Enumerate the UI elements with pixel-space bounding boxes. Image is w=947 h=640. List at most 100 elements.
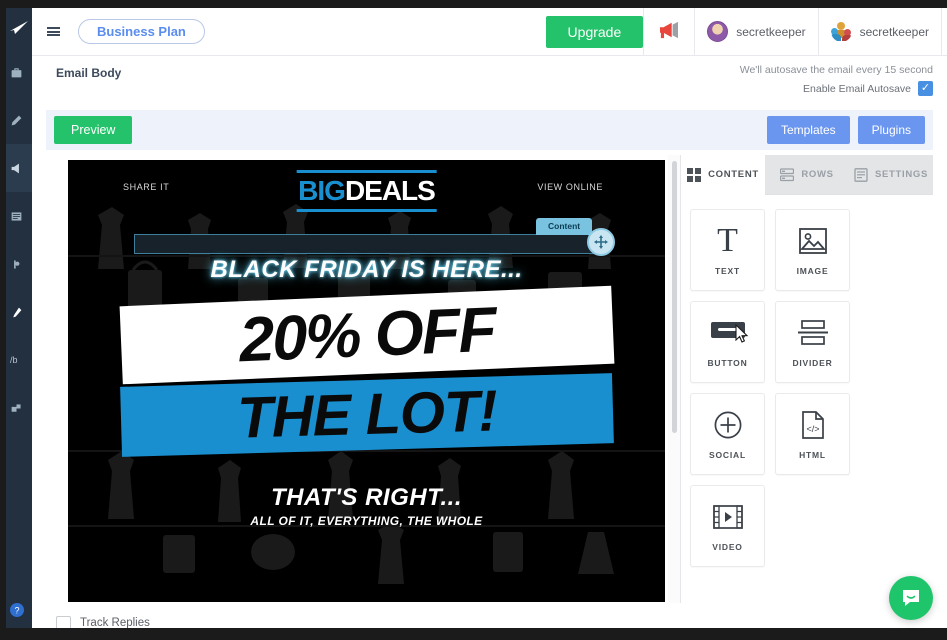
sidebar-item-contacts[interactable] [6, 240, 32, 288]
account-item-team[interactable]: secretkeeper [817, 8, 941, 55]
avatar [707, 21, 729, 42]
sidebar-item-help[interactable]: ? [6, 602, 32, 618]
topbar-right-edge [941, 8, 947, 55]
window-frame-left [0, 0, 6, 640]
svg-text:?: ? [14, 606, 19, 616]
preview-button[interactable]: Preview [54, 116, 133, 144]
share-it-link[interactable]: SHARE IT [123, 182, 169, 192]
html-code-icon: </> [801, 409, 825, 441]
account-name: secretkeeper [736, 24, 806, 39]
tab-label: ROWS [801, 169, 834, 180]
account-name: secretkeeper [859, 24, 929, 39]
logo-part-big: BIG [298, 175, 346, 206]
main-app-area: Business Plan Upgrade secretkeeper secre… [32, 8, 947, 628]
tab-label: SETTINGS [874, 169, 929, 180]
team-avatar [830, 21, 852, 42]
email-logo: BIGDEALS [296, 170, 437, 212]
block-html[interactable]: </> HTML [775, 393, 850, 475]
social-plus-icon [714, 409, 742, 441]
content-drop-zone[interactable] [134, 234, 600, 254]
divider-icon [797, 317, 828, 349]
panel-scroll-area: T TEXT IMAGE BUTTON DIVIDER SOCIAL </> H… [681, 195, 933, 603]
promo-subheadline-band: THE LOT! [119, 373, 614, 457]
tab-rows[interactable]: ROWS [765, 155, 849, 195]
video-film-icon [712, 501, 743, 533]
content-block-list: T TEXT IMAGE BUTTON DIVIDER SOCIAL </> H… [690, 209, 924, 567]
sidebar-item-integrations[interactable] [6, 384, 32, 432]
canvas-scrollbar[interactable] [668, 155, 680, 603]
plugins-button[interactable]: Plugins [857, 116, 925, 144]
svg-text:</>: </> [806, 424, 819, 434]
hamburger-icon[interactable] [32, 8, 74, 55]
promo-kicker: BLACK FRIDAY IS HERE... [210, 256, 523, 283]
block-video[interactable]: VIDEO [690, 485, 765, 567]
upgrade-button[interactable]: Upgrade [545, 15, 644, 48]
announcements-button[interactable] [643, 8, 694, 55]
sidebar-item-broadcast[interactable] [6, 144, 32, 192]
autosave-toggle-row[interactable]: Enable Email Autosave ✓ [56, 81, 933, 96]
bottom-options-strip: Track Replies [46, 603, 933, 628]
email-canvas-wrapper: SHARE IT BIGDEALS VIEW ONLINE Content BL… [46, 155, 668, 603]
editor-side-panel: CONTENT ROWS SETTINGS T TEXT IMAGE BUTTO… [680, 155, 933, 603]
track-replies-checkbox[interactable] [56, 615, 71, 628]
autosave-checkbox[interactable]: ✓ [918, 81, 933, 96]
drop-zone-badge: Content [536, 218, 593, 235]
plan-badge[interactable]: Business Plan [78, 19, 205, 44]
account-item-user[interactable]: secretkeeper [694, 8, 817, 55]
block-text[interactable]: T TEXT [690, 209, 765, 291]
megaphone-icon [658, 21, 680, 42]
email-header: SHARE IT BIGDEALS VIEW ONLINE [68, 160, 665, 212]
promo-footer: THAT'S RIGHT... ALL OF IT, EVERYTHING, T… [68, 484, 665, 528]
sidebar-item-compose[interactable] [6, 96, 32, 144]
block-label: SOCIAL [709, 449, 746, 460]
tab-label: CONTENT [708, 169, 759, 180]
window-frame-top [0, 0, 947, 8]
templates-button[interactable]: Templates [766, 116, 850, 144]
image-icon [798, 225, 827, 257]
rows-icon [780, 167, 795, 182]
page-title: Email Body [56, 66, 122, 80]
tab-settings[interactable]: SETTINGS [849, 155, 933, 195]
editor-body: SHARE IT BIGDEALS VIEW ONLINE Content BL… [46, 155, 933, 603]
chat-bubble-icon[interactable] [889, 576, 933, 620]
top-bar: Business Plan Upgrade secretkeeper secre… [32, 8, 947, 56]
autosave-label: Enable Email Autosave [803, 82, 911, 95]
logo-part-deals: DEALS [344, 175, 436, 206]
promo-headline-band: 20% OFF [119, 285, 614, 385]
settings-list-icon [854, 167, 868, 182]
block-button[interactable]: BUTTON [690, 301, 765, 383]
track-replies-label: Track Replies [80, 617, 150, 628]
sidebar-item-tools[interactable] [6, 288, 32, 336]
sidebar-item-lists[interactable] [6, 192, 32, 240]
left-nav-rail: /b ? [6, 8, 32, 628]
email-canvas[interactable]: SHARE IT BIGDEALS VIEW ONLINE Content BL… [68, 160, 665, 602]
block-label: TEXT [715, 265, 740, 276]
sidebar-item-ab-test[interactable]: /b [6, 336, 32, 384]
autosave-note: We'll autosave the email every 15 second [739, 64, 933, 76]
grid-icon [687, 167, 702, 182]
move-plus-icon[interactable] [587, 228, 615, 256]
promo-content: BLACK FRIDAY IS HERE... 20% OFF THE LOT!… [68, 256, 665, 528]
view-online-link[interactable]: VIEW ONLINE [537, 182, 603, 192]
tab-content[interactable]: CONTENT [681, 155, 765, 195]
autosave-lines: We'll autosave the email every 15 second… [56, 62, 937, 96]
scrollbar-thumb[interactable] [671, 161, 677, 433]
panel-tabs: CONTENT ROWS SETTINGS [681, 155, 933, 195]
promo-foot-line1: THAT'S RIGHT... [271, 484, 462, 511]
block-label: BUTTON [707, 357, 748, 368]
app-logo[interactable] [6, 8, 32, 48]
block-social[interactable]: SOCIAL [690, 393, 765, 475]
block-image[interactable]: IMAGE [775, 209, 850, 291]
sidebar-item-campaigns[interactable] [6, 48, 32, 96]
text-t-icon: T [717, 221, 738, 259]
block-label: HTML [799, 449, 826, 460]
block-label: DIVIDER [792, 357, 833, 368]
block-label: VIDEO [712, 541, 743, 552]
promo-headline: 20% OFF [237, 294, 496, 375]
window-frame-bottom [0, 628, 947, 640]
block-divider[interactable]: DIVIDER [775, 301, 850, 383]
promo-subheadline: THE LOT! [235, 378, 498, 451]
autosave-strip: Email Body We'll autosave the email ever… [32, 56, 947, 110]
editor-toolbar: Preview Templates Plugins [46, 110, 933, 150]
